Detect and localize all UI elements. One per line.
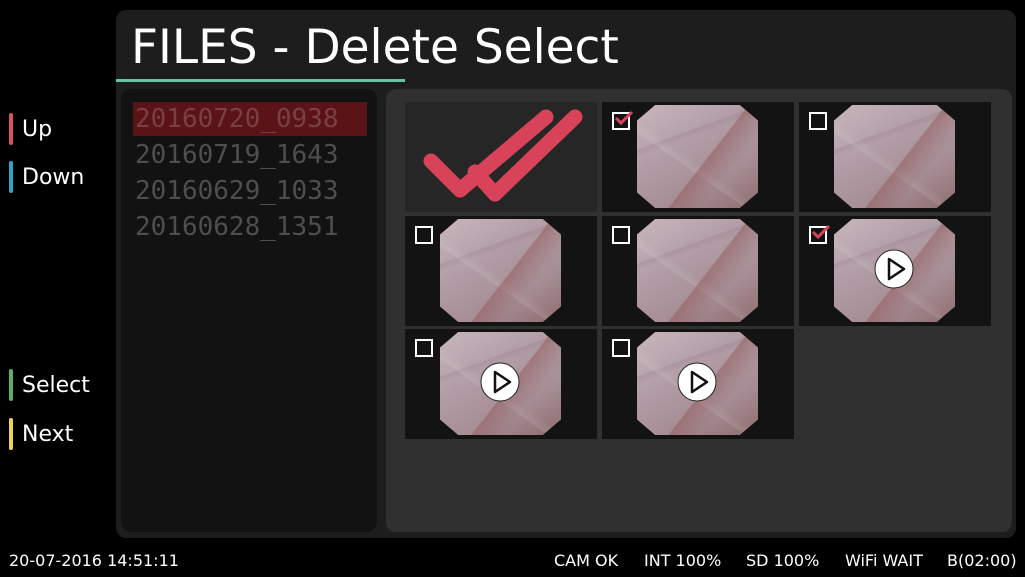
title-underline	[116, 79, 405, 82]
play-icon	[874, 249, 914, 289]
media-tile[interactable]	[405, 216, 597, 326]
play-icon	[480, 362, 520, 402]
tile-checkbox[interactable]	[612, 339, 630, 357]
media-tile[interactable]	[405, 329, 597, 439]
thumbnail-image	[440, 219, 561, 322]
down-key-label: Down	[22, 164, 85, 190]
file-list-item[interactable]: 20160719_1643	[133, 138, 367, 172]
tile-checkbox[interactable]	[415, 226, 433, 244]
checkmark-icon	[614, 110, 634, 126]
status-cam: CAM OK	[554, 551, 619, 570]
file-list-item[interactable]: 20160720_0938	[133, 102, 367, 136]
select-all-tile[interactable]	[405, 102, 597, 212]
status-datetime: 20-07-2016 14:51:11	[9, 551, 179, 570]
select-key[interactable]: Select	[9, 369, 90, 401]
media-tile[interactable]	[602, 216, 794, 326]
next-key[interactable]: Next	[9, 418, 73, 450]
status-sd-card: SD 100%	[746, 551, 820, 570]
file-list: 20160720_0938 20160719_1643 20160629_103…	[121, 89, 377, 532]
media-tile[interactable]	[799, 216, 991, 326]
down-key[interactable]: Down	[9, 161, 84, 193]
up-key[interactable]: Up	[9, 113, 52, 145]
thumbnail-image	[637, 105, 758, 208]
up-key-color-bar	[9, 113, 13, 145]
page-title: FILES - Delete Select	[131, 20, 619, 75]
checkmark-icon	[811, 224, 831, 240]
media-tile[interactable]	[799, 102, 991, 212]
next-key-color-bar	[9, 418, 13, 450]
file-list-item[interactable]: 20160628_1351	[133, 210, 367, 244]
play-icon	[677, 362, 717, 402]
double-check-icon	[423, 109, 583, 202]
file-list-item[interactable]: 20160629_1033	[133, 174, 367, 208]
thumbnail-image	[834, 105, 955, 208]
tile-checkbox[interactable]	[415, 339, 433, 357]
tile-checkbox[interactable]	[612, 110, 634, 130]
tile-checkbox[interactable]	[809, 224, 831, 244]
media-tile[interactable]	[602, 102, 794, 212]
down-key-color-bar	[9, 161, 13, 193]
thumbnail-image	[637, 219, 758, 322]
status-wifi: WiFi WAIT	[845, 551, 923, 570]
select-key-label: Select	[22, 372, 90, 398]
tile-checkbox[interactable]	[809, 112, 827, 130]
status-battery: B(02:00)	[947, 551, 1017, 570]
status-bar: 20-07-2016 14:51:11 CAM OK INT 100% SD 1…	[0, 548, 1025, 574]
select-key-color-bar	[9, 369, 13, 401]
tile-checkbox[interactable]	[612, 226, 630, 244]
up-key-label: Up	[22, 116, 53, 142]
media-tile[interactable]	[602, 329, 794, 439]
status-internal-storage: INT 100%	[644, 551, 722, 570]
next-key-label: Next	[22, 421, 74, 447]
thumbnail-grid	[386, 89, 1012, 532]
